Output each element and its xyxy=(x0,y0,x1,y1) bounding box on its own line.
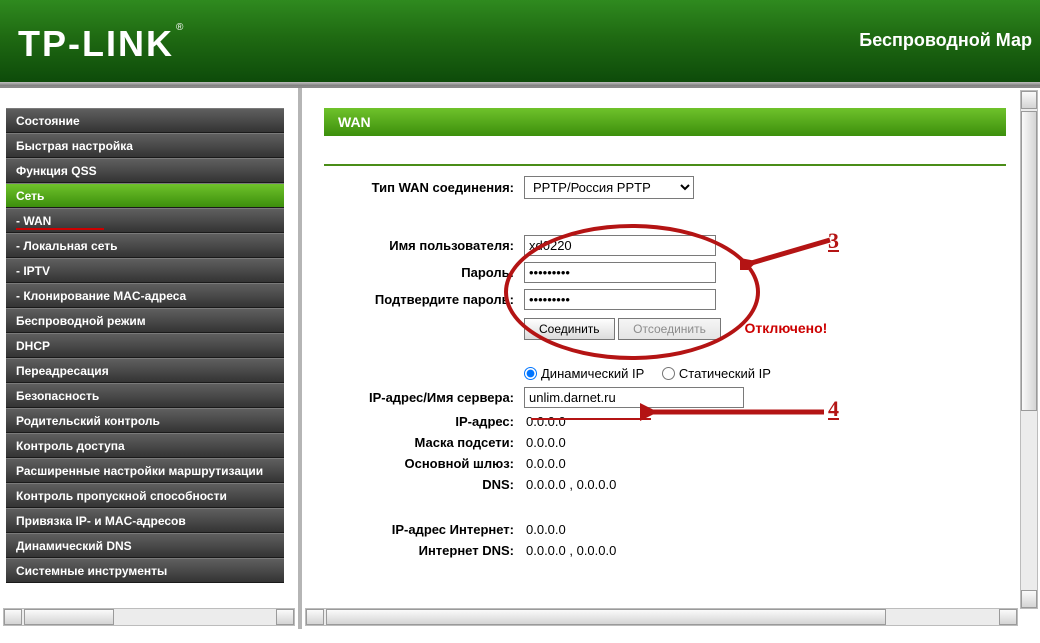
sidebar-item-2[interactable]: Функция QSS xyxy=(6,158,284,183)
sidebar-item-18[interactable]: Системные инструменты xyxy=(6,558,284,583)
sidebar-item-8[interactable]: Беспроводной режим xyxy=(6,308,284,333)
main-scroll-h[interactable] xyxy=(305,608,1018,626)
disconnect-button[interactable]: Отсоединить xyxy=(618,318,721,340)
sidebar-item-16[interactable]: Привязка IP- и MAC-адресов xyxy=(6,508,284,533)
conn-type-label: Тип WAN соединения: xyxy=(324,180,524,195)
sidebar-item-3[interactable]: Сеть xyxy=(6,183,284,208)
sidebar-item-14[interactable]: Расширенные настройки маршрутизации xyxy=(6,458,284,483)
gw-label: Основной шлюз: xyxy=(324,456,524,471)
wan-dns-value: 0.0.0.0 , 0.0.0.0 xyxy=(524,543,616,558)
sidebar-item-0[interactable]: Состояние xyxy=(6,108,284,133)
conn-type-select[interactable]: PPTP/Россия PPTP xyxy=(524,176,694,199)
connect-button[interactable]: Соединить xyxy=(524,318,615,340)
sidebar-scroll-h[interactable] xyxy=(3,608,295,626)
annotation-callout-3: 3 xyxy=(828,228,839,254)
ip-value: 0.0.0.0 xyxy=(524,414,566,429)
sidebar-item-17[interactable]: Динамический DNS xyxy=(6,533,284,558)
password-input[interactable] xyxy=(524,262,716,283)
wan-dns-label: Интернет DNS: xyxy=(324,543,524,558)
dns-value: 0.0.0.0 , 0.0.0.0 xyxy=(524,477,616,492)
mask-label: Маска подсети: xyxy=(324,435,524,450)
password2-label: Подтвердите пароль: xyxy=(324,292,524,307)
password2-input[interactable] xyxy=(524,289,716,310)
sidebar-item-4[interactable]: - WAN xyxy=(6,208,284,233)
annotation-underline-server xyxy=(531,418,651,420)
sidebar-item-6[interactable]: - IPTV xyxy=(6,258,284,283)
conn-status: Отключено! xyxy=(745,320,828,336)
server-label: IP-адрес/Имя сервера: xyxy=(324,390,524,405)
static-ip-radio[interactable]: Статический IP xyxy=(662,366,771,381)
dynamic-ip-radio[interactable]: Динамический IP xyxy=(524,366,644,381)
sidebar-item-12[interactable]: Родительский контроль xyxy=(6,408,284,433)
panel-title: WAN xyxy=(324,108,1006,136)
annotation-callout-4: 4 xyxy=(828,396,839,422)
dns-label: DNS: xyxy=(324,477,524,492)
product-name: Беспроводной Мар xyxy=(859,30,1032,51)
sidebar-item-10[interactable]: Переадресация xyxy=(6,358,284,383)
password-label: Пароль: xyxy=(324,265,524,280)
header: TP-LINK® Беспроводной Мар xyxy=(0,0,1040,86)
sidebar-item-15[interactable]: Контроль пропускной способности xyxy=(6,483,284,508)
mask-value: 0.0.0.0 xyxy=(524,435,566,450)
sidebar-item-7[interactable]: - Клонирование MAC-адреса xyxy=(6,283,284,308)
username-label: Имя пользователя: xyxy=(324,238,524,253)
sidebar-item-11[interactable]: Безопасность xyxy=(6,383,284,408)
sidebar: СостояниеБыстрая настройкаФункция QSSСет… xyxy=(0,88,302,629)
ip-label: IP-адрес: xyxy=(324,414,524,429)
sidebar-item-1[interactable]: Быстрая настройка xyxy=(6,133,284,158)
username-input[interactable] xyxy=(524,235,716,256)
main-panel: WAN Тип WAN соединения: PPTP/Россия PPTP… xyxy=(302,88,1040,629)
server-input[interactable] xyxy=(524,387,744,408)
logo: TP-LINK® xyxy=(18,22,185,65)
gw-value: 0.0.0.0 xyxy=(524,456,566,471)
sidebar-item-9[interactable]: DHCP xyxy=(6,333,284,358)
wan-ip-value: 0.0.0.0 xyxy=(524,522,566,537)
wan-ip-label: IP-адрес Интернет: xyxy=(324,522,524,537)
sidebar-item-13[interactable]: Контроль доступа xyxy=(6,433,284,458)
main-scroll-v[interactable] xyxy=(1020,90,1038,609)
sidebar-item-5[interactable]: - Локальная сеть xyxy=(6,233,284,258)
